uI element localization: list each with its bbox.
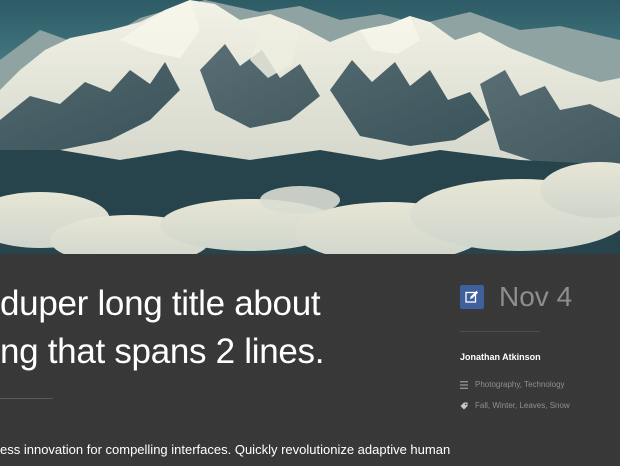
post-date: Nov 4	[499, 281, 573, 312]
post-title-line-2: ng that spans 2 lines.	[0, 332, 325, 371]
mountain-illustration	[0, 0, 620, 254]
hero-mountain-image	[0, 0, 620, 254]
meta-divider	[460, 331, 540, 332]
title-divider	[0, 398, 53, 399]
edit-icon-glyph	[465, 290, 479, 303]
post-categories[interactable]: Photography, Technology	[475, 378, 565, 392]
post-title-line-1: duper long title about	[0, 284, 321, 323]
post-tags[interactable]: Fall, Winter, Leaves, Snow	[475, 399, 570, 413]
post-author[interactable]: Jonathan Atkinson	[460, 350, 541, 364]
edit-icon[interactable]	[460, 285, 484, 309]
list-icon	[460, 381, 468, 389]
tag-icon	[460, 402, 468, 410]
post-title[interactable]: duper long title about ng that spans 2 l…	[0, 280, 400, 376]
post-excerpt: ess innovation for compelling interfaces…	[0, 442, 451, 457]
